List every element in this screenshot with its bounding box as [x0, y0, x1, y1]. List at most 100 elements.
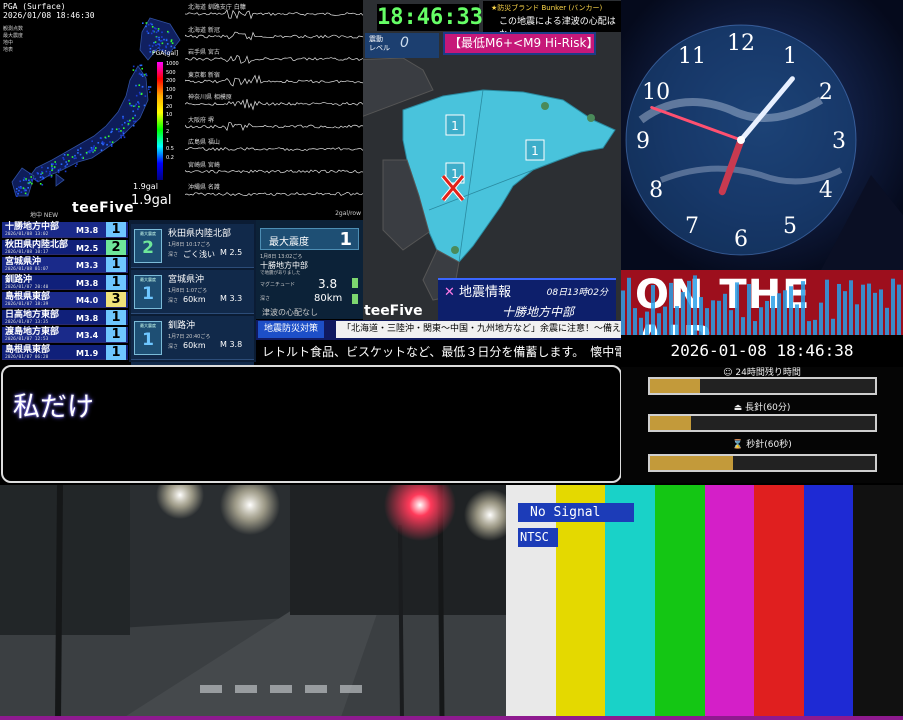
station-dot	[129, 102, 131, 105]
station-dot	[149, 86, 152, 88]
audio-spectrum	[621, 275, 901, 335]
station-dot	[41, 175, 44, 178]
card-intensity-badge: 最大震度 1	[134, 275, 162, 309]
quake-place: 釧路沖	[5, 274, 33, 285]
subtitle-text: 私だけ	[13, 392, 94, 423]
station-dot	[150, 32, 153, 35]
subtitle-box: 私だけ	[1, 365, 622, 483]
max-intensity-badge: 最大震度 1	[260, 228, 359, 250]
station-dot	[165, 45, 167, 48]
station-dot	[63, 154, 66, 156]
station-dot	[145, 73, 147, 75]
station-dot	[123, 127, 125, 129]
station-dot	[153, 42, 155, 44]
ticker-scroll: レトルト食品、ビスケットなど、最低３日分を備蓄します。 懐中電灯	[256, 340, 621, 364]
card-date: 1月8日 1:07ごろ	[168, 288, 208, 294]
station-dot	[135, 94, 138, 97]
station-dot	[151, 23, 153, 26]
magnitude-label: マグニチュード	[260, 282, 296, 288]
quake-place: 渡島地方東部	[5, 327, 60, 337]
spectrum-bar	[729, 310, 733, 335]
station-dot	[39, 176, 42, 178]
color-bar	[704, 485, 755, 720]
card-intensity-value: 2	[142, 238, 154, 258]
pga-scale-tick: 200	[166, 78, 176, 84]
spectrum-bar	[813, 319, 817, 335]
station-dot	[77, 149, 79, 151]
quake-magnitude: M3.8	[76, 226, 99, 235]
station-dot	[23, 177, 26, 179]
station-dot	[19, 180, 21, 183]
clock-numeral: 3	[832, 129, 846, 154]
depth-value: 80km	[314, 293, 343, 304]
earthquake-list: 十勝地方中部 2026/01/08 13:02 M3.8 1 秋田県内陸北部 2026/0…	[0, 220, 129, 362]
no-signal-label: No Signal	[518, 503, 634, 522]
spectrum-bar	[831, 318, 835, 335]
quake-intensity: 1	[106, 222, 126, 237]
eq-info-place: 十勝地方中部	[501, 305, 574, 319]
station-dot	[161, 31, 163, 34]
spectrum-bar	[879, 289, 883, 335]
pga-gal-big: 1.9gal	[131, 193, 172, 208]
magnitude-value: 3.8	[318, 277, 338, 291]
quake-date: 2026/01/07 13:35	[5, 319, 49, 325]
station-dot	[161, 36, 163, 38]
eq-info-date: 08日13時02分	[546, 288, 608, 298]
clock-numeral: 4	[819, 178, 833, 203]
station-dot	[71, 156, 74, 158]
recent-quake-cards: 最大震度 2 秋田県内陸北部 1月8日 10:17ごろ 深さ ごく浅い M 2.5 最大震度 1…	[129, 220, 256, 406]
station-dot	[30, 176, 32, 178]
spectrum-bar	[819, 302, 823, 335]
pga-scale-title: PGA[gal]	[152, 50, 179, 57]
card-intensity-badge: 最大震度 2	[134, 229, 162, 263]
quake-card: 最大震度 1 宮城県沖 1月8日 1:07ごろ 深さ 60km M 3.3	[131, 270, 254, 314]
card-depth-label: 深さ	[168, 298, 179, 304]
station-dot	[109, 141, 111, 143]
quake-list-row: 日高地方東部 2026/01/07 13:35 M3.8 1	[2, 309, 128, 325]
station-dot	[79, 153, 82, 156]
station-dot	[148, 86, 150, 88]
station-dot	[149, 51, 152, 53]
station-dot	[41, 171, 43, 173]
station-dot	[52, 163, 55, 165]
station-dot	[140, 64, 143, 67]
station-dot	[163, 38, 165, 41]
quake-date: 2026/01/07 18:39	[5, 302, 49, 307]
seismogram-trace	[185, 122, 363, 132]
station-dot	[128, 99, 130, 102]
station-label: 神奈川県 相模原	[188, 94, 232, 101]
station-dot	[94, 149, 96, 152]
station-dot	[79, 147, 82, 149]
pga-scale-tick: 2	[166, 129, 170, 135]
color-bar	[853, 485, 903, 720]
card-intensity-value: 1	[142, 284, 154, 304]
quake-list-row: 釧路沖 2026/01/07 20:40 M3.8 1	[2, 274, 128, 290]
quake-place: 十勝地方中部	[5, 222, 60, 232]
station-dot	[75, 157, 77, 159]
station-dot	[100, 149, 103, 151]
timer-bar-minute	[648, 414, 877, 432]
spectrum-bar	[723, 293, 727, 335]
station-dot	[132, 65, 135, 68]
clock-numeral: 7	[685, 214, 699, 239]
spectrum-bar	[777, 293, 781, 335]
tsunami-status: 津波の心配なし	[256, 306, 363, 319]
spectrum-bar	[633, 308, 637, 335]
timer-label-minute: ⏏ 長針(60分)	[733, 403, 791, 413]
station-dot	[118, 130, 120, 133]
max-intensity-label: 最大震度	[269, 237, 309, 248]
station-dot	[101, 142, 103, 145]
region-mark-2: 1	[531, 144, 539, 158]
card-place: 秋田県内陸北部	[168, 229, 232, 239]
station-dot	[103, 142, 105, 144]
station-dot	[92, 146, 95, 149]
station-label: 広島県 福山	[188, 139, 220, 146]
station-dot	[158, 36, 160, 39]
color-bar	[654, 485, 705, 720]
clock-numeral: 12	[727, 31, 755, 56]
camera-scene	[0, 485, 506, 720]
spectrum-bar	[765, 300, 769, 335]
spectrum-bar	[675, 306, 679, 335]
station-dot	[166, 43, 169, 45]
spectrum-bar	[801, 281, 805, 335]
